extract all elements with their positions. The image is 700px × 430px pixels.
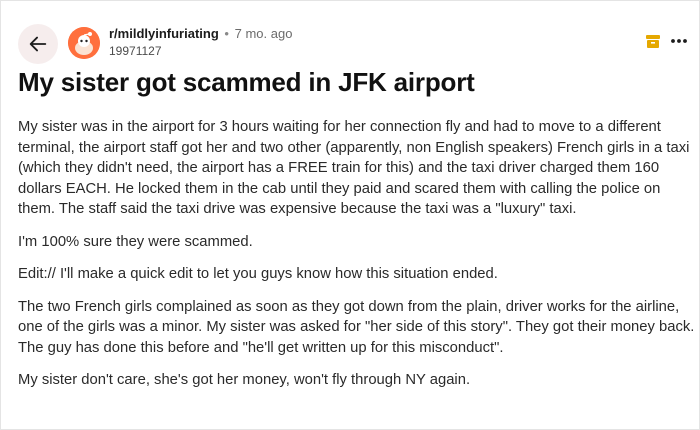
back-button[interactable] <box>18 24 58 64</box>
body-line: I'm 100% sure they were scammed. <box>18 233 253 250</box>
body-paragraph-1: My sister was in the airport for 3 hours… <box>18 117 690 220</box>
archive-box-icon <box>646 35 660 48</box>
body-line: Edit:// I'll make a quick edit to let yo… <box>18 266 498 282</box>
more-horizontal-icon <box>671 39 687 43</box>
post-meta-line: r/mildlyinfuriating • 7 mo. ago <box>109 26 292 42</box>
meta-separator: • <box>224 26 229 41</box>
body-line: terminal, the airport staff got her and … <box>18 139 690 156</box>
body-line: My sister don't care, she's got her mone… <box>18 372 471 388</box>
body-line: The guy has done this before and "he'll … <box>18 339 504 356</box>
post-timestamp: 7 mo. ago <box>234 26 293 41</box>
body-line: (which they didn't need, the airport has… <box>18 160 660 176</box>
more-options-button[interactable] <box>667 30 691 52</box>
arrow-left-icon <box>29 36 47 52</box>
post-body: My sister was in the airport for 3 hours… <box>18 117 695 403</box>
body-paragraph-5: My sister don't care, she's got her mone… <box>18 370 688 391</box>
snoo-icon <box>68 27 100 59</box>
body-line: dollars EACH. He locked them in the cab … <box>18 180 661 197</box>
body-paragraph-3: Edit:// I'll make a quick edit to let yo… <box>18 264 688 285</box>
body-line: The two French girls complained as soon … <box>18 298 680 315</box>
subreddit-link[interactable]: r/mildlyinfuriating <box>109 26 219 41</box>
body-line: them. The staff said the taxi drive was … <box>18 201 577 217</box>
body-line: one of the girls was a minor. My sister … <box>18 319 695 335</box>
post-meta: r/mildlyinfuriating • 7 mo. ago 19971127 <box>109 26 292 59</box>
body-paragraph-2: I'm 100% sure they were scammed. <box>18 232 688 253</box>
body-paragraph-4: The two French girls complained as soon … <box>18 297 695 359</box>
subreddit-avatar[interactable] <box>68 27 100 59</box>
body-line: My sister was in the airport for 3 hours… <box>18 119 661 135</box>
post-title: My sister got scammed in JFK airport <box>18 67 475 97</box>
author-name[interactable]: 19971127 <box>109 43 292 59</box>
